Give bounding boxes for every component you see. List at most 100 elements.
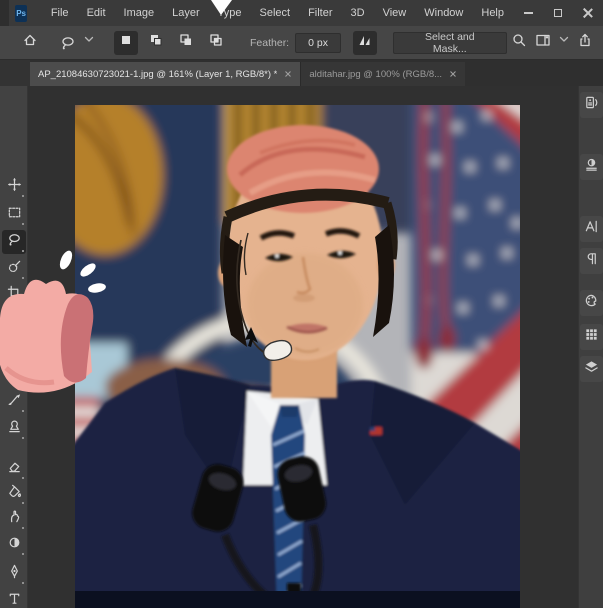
swatches-panel-icon	[584, 327, 599, 347]
home-button[interactable]	[18, 31, 42, 55]
plugins-panel-icon	[584, 95, 599, 115]
menu-edit[interactable]: Edit	[78, 0, 115, 26]
smudge-tool[interactable]	[2, 507, 26, 531]
paragraph-panel-icon	[584, 251, 599, 271]
eyedropper-icon	[7, 338, 22, 358]
menu-layer[interactable]: Layer	[163, 0, 209, 26]
menu-items: File Edit Image Layer Type Select Filter 3D View…	[42, 0, 513, 26]
menu-filter[interactable]: Filter	[299, 0, 341, 26]
chevron-down-icon	[82, 32, 98, 53]
frame-tool[interactable]	[2, 310, 26, 334]
add-to-selection-icon	[148, 32, 164, 53]
color-panel-button[interactable]	[580, 290, 603, 316]
type-icon	[7, 591, 22, 608]
search-button[interactable]	[507, 31, 531, 55]
character-panel-button[interactable]	[580, 216, 603, 242]
tab-label: alditahar.jpg @ 100% (RGB/8...	[309, 68, 443, 80]
maximize-button[interactable]	[543, 0, 573, 26]
menu-image[interactable]: Image	[115, 0, 164, 26]
photoshop-logo: Ps	[15, 4, 27, 22]
menu-bar: Ps File Edit Image Layer Type Select Filter 3D V…	[0, 0, 603, 26]
close-button[interactable]	[573, 0, 603, 26]
document-tab-1[interactable]: AP_21084630723021-1.jpg @ 161% (Layer 1,…	[30, 62, 301, 86]
healing-brush-icon	[7, 365, 22, 385]
menu-file[interactable]: File	[42, 0, 78, 26]
tab-close-icon[interactable]	[449, 70, 457, 78]
menu-select[interactable]: Select	[251, 0, 300, 26]
menu-help[interactable]: Help	[472, 0, 513, 26]
color-panel-icon	[584, 293, 599, 313]
subtract-from-selection-button[interactable]	[174, 31, 198, 55]
swatches-panel-button[interactable]	[580, 324, 603, 350]
type-tool[interactable]	[2, 589, 26, 608]
minimize-icon	[523, 12, 533, 14]
adjustments-panel-button[interactable]	[580, 154, 603, 180]
tabbar-spacer	[0, 60, 30, 86]
lasso-tool[interactable]	[2, 230, 26, 254]
layers-panel-button[interactable]	[580, 356, 603, 382]
workspace-button[interactable]	[531, 31, 555, 55]
photoshop-window: Ps File Edit Image Layer Type Select Filter 3D V…	[0, 0, 603, 608]
paragraph-panel-button[interactable]	[580, 248, 603, 274]
tools-panel	[0, 86, 28, 608]
eraser-tool[interactable]	[2, 457, 26, 481]
minimize-button[interactable]	[513, 0, 543, 26]
paint-bucket-tool[interactable]	[2, 482, 26, 506]
brush-icon	[7, 392, 22, 412]
character-panel-icon	[584, 219, 599, 239]
marquee-icon	[7, 205, 22, 225]
crop-tool[interactable]	[2, 283, 26, 307]
dodge-tool[interactable]	[2, 533, 26, 557]
eraser-icon	[7, 459, 22, 479]
feather-setting: Feather:	[250, 32, 342, 53]
brush-tool[interactable]	[2, 390, 26, 414]
maximize-icon	[554, 9, 562, 17]
pen-icon	[7, 564, 22, 584]
intersect-selection-icon	[208, 32, 224, 53]
workspace	[0, 86, 603, 608]
pen-tool[interactable]	[2, 562, 26, 586]
options-bar: Feather: Select and Mask...	[0, 26, 603, 60]
move-tool[interactable]	[2, 175, 26, 199]
intersect-selection-button[interactable]	[204, 31, 228, 55]
canvas-area[interactable]	[28, 86, 578, 608]
quick-selection-tool[interactable]	[2, 257, 26, 281]
video-cursor-artifact	[211, 0, 232, 15]
share-button[interactable]	[573, 31, 597, 55]
photo-illustration	[75, 105, 520, 608]
options-right-group	[507, 31, 603, 55]
tab-label: AP_21084630723021-1.jpg @ 161% (Layer 1,…	[38, 68, 278, 80]
home-icon	[22, 32, 38, 53]
document-tab-2[interactable]: alditahar.jpg @ 100% (RGB/8...	[300, 62, 466, 86]
share-icon	[577, 32, 593, 53]
quick-selection-icon	[7, 259, 22, 279]
add-to-selection-button[interactable]	[144, 31, 168, 55]
anti-alias-button[interactable]	[353, 30, 377, 55]
select-and-mask-button[interactable]: Select and Mask...	[392, 31, 507, 55]
workspace-icon	[535, 32, 551, 53]
marquee-tool[interactable]	[2, 203, 26, 227]
menu-window[interactable]: Window	[415, 0, 472, 26]
healing-brush-tool[interactable]	[2, 363, 26, 387]
menubar-edge	[0, 0, 10, 26]
smudge-icon	[7, 509, 22, 529]
menu-view[interactable]: View	[374, 0, 416, 26]
feather-label: Feather:	[250, 36, 290, 49]
clone-stamp-icon	[7, 419, 22, 439]
document-tab-bar: AP_21084630723021-1.jpg @ 161% (Layer 1,…	[0, 60, 603, 86]
chevron-down-icon	[557, 32, 573, 53]
new-selection-button[interactable]	[114, 30, 138, 55]
selection-mode-group	[114, 30, 228, 55]
menu-3d[interactable]: 3D	[342, 0, 374, 26]
plugins-panel-button[interactable]	[580, 92, 603, 118]
current-tool-button[interactable]	[56, 31, 98, 55]
clone-stamp-tool[interactable]	[2, 417, 26, 441]
tabs-holder: AP_21084630723021-1.jpg @ 161% (Layer 1,…	[30, 62, 466, 86]
crop-icon	[7, 285, 22, 305]
document-image[interactable]	[75, 105, 520, 608]
tab-close-icon[interactable]	[284, 70, 292, 78]
feather-input[interactable]	[295, 32, 342, 53]
eyedropper-tool[interactable]	[2, 336, 26, 360]
subtract-from-selection-icon	[178, 32, 194, 53]
layers-panel-icon	[584, 359, 599, 379]
